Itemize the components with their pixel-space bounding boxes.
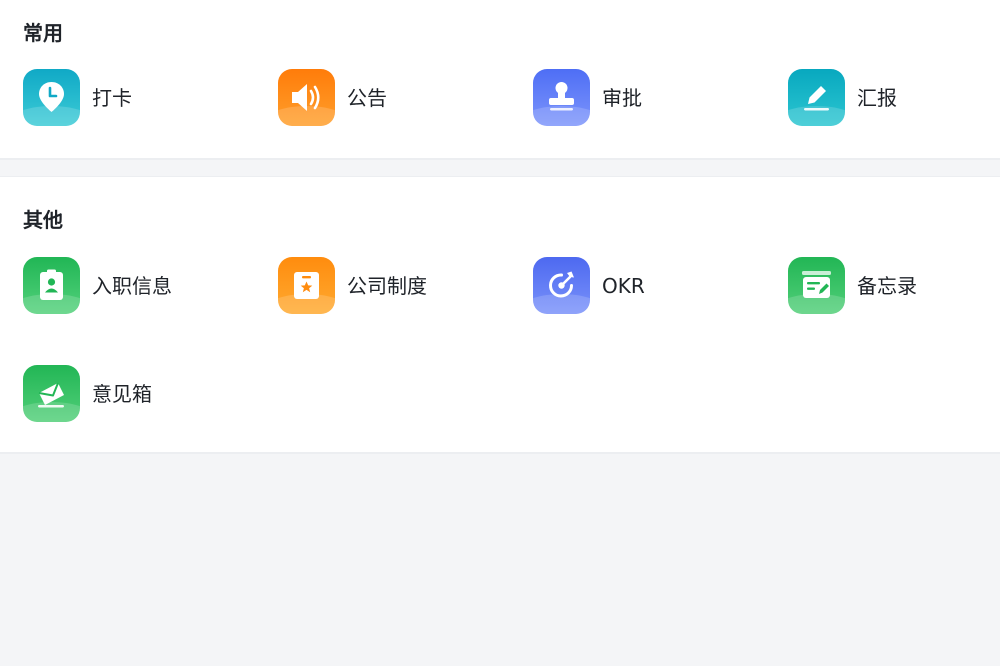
app-label: 公司制度 — [347, 274, 427, 298]
app-approval[interactable]: 审批 — [533, 69, 773, 127]
app-okr[interactable]: OKR — [533, 257, 773, 315]
app-label: OKR — [602, 274, 645, 298]
app-tile — [23, 257, 80, 314]
app-memo[interactable]: 备忘录 — [788, 257, 1000, 315]
app-tile — [23, 365, 80, 422]
app-label: 汇报 — [857, 86, 897, 110]
app-tile — [533, 69, 590, 126]
id-badge-icon — [40, 269, 63, 300]
stamp-icon — [549, 82, 574, 111]
app-label: 审批 — [602, 86, 642, 110]
megaphone-icon — [292, 84, 320, 111]
app-tile — [788, 257, 845, 314]
memo-icon — [802, 271, 831, 298]
pencil-icon — [804, 86, 829, 111]
app-tile — [533, 257, 590, 314]
target-icon — [549, 271, 574, 298]
app-tile — [788, 69, 845, 126]
app-tile — [278, 69, 335, 126]
app-announcement[interactable]: 公告 — [278, 69, 518, 127]
section-title-other: 其他 — [23, 208, 63, 232]
app-report[interactable]: 汇报 — [788, 69, 1000, 127]
app-label: 备忘录 — [857, 274, 917, 298]
app-label: 入职信息 — [92, 274, 172, 298]
other-apps-section: 其他 入职信息 公司制度 OKR 备忘录 意见箱 — [0, 176, 1000, 454]
app-label: 意见箱 — [92, 382, 152, 406]
app-clock-in[interactable]: 打卡 — [23, 69, 263, 127]
app-onboarding-info[interactable]: 入职信息 — [23, 257, 263, 315]
app-suggestion-box[interactable]: 意见箱 — [23, 365, 263, 423]
section-title-common: 常用 — [23, 21, 63, 45]
app-tile — [278, 257, 335, 314]
app-company-policy[interactable]: 公司制度 — [278, 257, 518, 315]
app-label: 打卡 — [92, 86, 132, 110]
common-apps-section: 常用 打卡 公告 审批 汇报 — [0, 0, 1000, 160]
star-document-icon — [294, 272, 319, 299]
envelope-icon — [38, 382, 64, 408]
app-label: 公告 — [347, 86, 387, 110]
location-clock-icon — [39, 82, 64, 112]
app-tile — [23, 69, 80, 126]
